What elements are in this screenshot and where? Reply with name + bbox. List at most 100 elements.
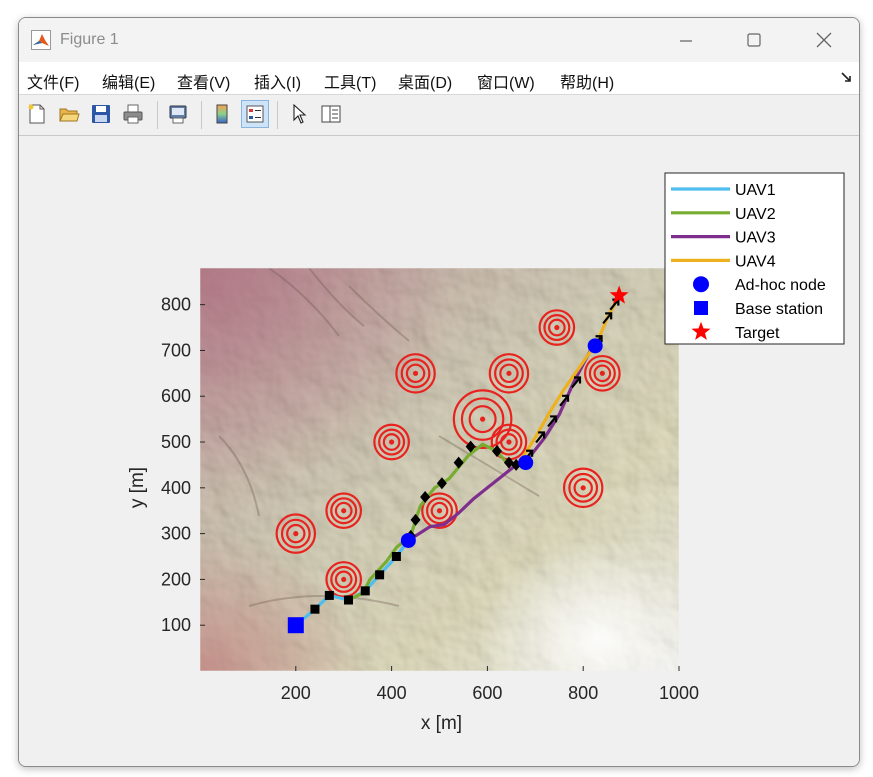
threat-center <box>506 370 512 376</box>
threat-center <box>436 508 443 514</box>
waypoint-square <box>343 595 353 605</box>
base-station-marker <box>287 617 304 634</box>
legend-square <box>694 301 708 315</box>
threat-center <box>341 508 347 514</box>
window-title: Figure 1 <box>60 31 119 48</box>
waypoint-square <box>324 590 334 600</box>
save-icon <box>92 105 110 123</box>
close-button[interactable] <box>801 18 847 62</box>
waypoint-square <box>375 570 385 580</box>
dock-figure-icon[interactable] <box>840 71 852 83</box>
print-icon <box>123 104 143 124</box>
x-tick-label: 800 <box>568 683 598 703</box>
threat-zone <box>488 353 530 394</box>
menu-help[interactable]: 帮助(H) <box>560 69 614 93</box>
threat-zone <box>395 353 436 394</box>
pointer-icon <box>293 103 307 124</box>
maximize-button[interactable] <box>731 18 777 62</box>
menu-desktop[interactable]: 桌面(D) <box>398 69 452 93</box>
new-figure-icon <box>28 104 45 124</box>
toolbar-separator <box>157 101 158 129</box>
x-tick-label: 400 <box>377 683 407 703</box>
toolbar-separator <box>277 101 278 129</box>
legend-label: Target <box>735 325 780 342</box>
legend-label: Base station <box>735 301 823 318</box>
open-file-icon <box>59 108 80 122</box>
adhoc-node-marker <box>587 338 603 354</box>
waypoint-square <box>360 586 370 596</box>
plot-svg[interactable]: 200 400 600 800 1000 100 200 300 400 500 600 700 800… <box>19 136 859 766</box>
minimize-button[interactable] <box>663 18 709 62</box>
figure-canvas[interactable]: 200 400 600 800 1000 100 200 300 400 500 600 700 800… <box>19 136 859 766</box>
threat-center <box>341 576 347 583</box>
maximize-icon <box>747 33 761 47</box>
print-preview-icon <box>169 105 187 124</box>
menu-window[interactable]: 窗口(W) <box>477 69 535 93</box>
menu-view[interactable]: 查看(V) <box>177 69 230 93</box>
adhoc-node-marker <box>400 532 416 548</box>
legend-label: UAV2 <box>735 206 776 223</box>
legend[interactable]: UAV1 UAV2 UAV3 UAV4 Ad-hoc node Base station T… <box>664 172 845 345</box>
pointer-button[interactable] <box>285 100 313 128</box>
title-bar[interactable]: Figure 1 <box>19 18 859 62</box>
waypoint-square <box>391 552 401 562</box>
y-tick-label: 800 <box>161 295 191 315</box>
threat-zone <box>562 467 604 509</box>
threat-zone <box>584 354 621 392</box>
threat-center <box>293 531 299 537</box>
threat-center <box>389 439 395 445</box>
threat-center <box>480 416 486 422</box>
new-figure-button[interactable] <box>23 100 51 128</box>
open-file-button[interactable] <box>55 100 83 128</box>
menu-file[interactable]: 文件(F) <box>27 69 79 93</box>
minimize-icon <box>680 40 692 42</box>
legend-circle <box>693 276 709 293</box>
threat-zone <box>325 492 363 530</box>
adhoc-node-marker <box>518 455 534 471</box>
terrain-map <box>200 268 679 671</box>
menu-tools[interactable]: 工具(T) <box>324 69 376 93</box>
toolbar-separator <box>201 101 202 129</box>
x-tick-label: 600 <box>472 683 502 703</box>
legend-icon <box>246 105 264 123</box>
matlab-icon <box>31 30 51 50</box>
menu-insert[interactable]: 插入(I) <box>254 69 301 93</box>
threat-center <box>580 485 586 491</box>
threat-zone <box>275 513 317 554</box>
threat-center <box>412 370 419 376</box>
colorbar-button[interactable] <box>208 100 236 128</box>
figure-window: Figure 1 文件(F) 编辑(E) 查看(V) 插入(I) 工具(T) 桌… <box>18 17 860 767</box>
y-tick-label: 100 <box>161 615 191 635</box>
threat-zone <box>373 423 410 461</box>
waypoint-square <box>310 604 320 614</box>
y-tick-label: 300 <box>161 524 191 544</box>
print-preview-button[interactable] <box>164 100 192 128</box>
legend-label: UAV3 <box>735 230 776 247</box>
y-tick-label: 200 <box>161 569 191 589</box>
close-icon <box>816 32 832 48</box>
y-tick-label: 400 <box>161 478 191 498</box>
threat-center <box>554 324 560 331</box>
terrain-peak <box>200 268 679 671</box>
property-inspector-icon <box>321 105 341 123</box>
save-button[interactable] <box>87 100 115 128</box>
x-tick-label: 1000 <box>659 683 699 703</box>
colorbar-icon <box>216 104 228 124</box>
y-axis-label: y [m] <box>127 467 148 508</box>
y-tick-label: 700 <box>161 340 191 360</box>
x-axis-label: x [m] <box>421 713 462 734</box>
menu-bar: 文件(F) 编辑(E) 查看(V) 插入(I) 工具(T) 桌面(D) 窗口(W… <box>19 62 859 95</box>
threat-center <box>599 370 605 376</box>
legend-label: UAV4 <box>735 253 776 270</box>
x-tick-label: 200 <box>281 683 311 703</box>
legend-label: Ad-hoc node <box>735 277 826 294</box>
threat-zone <box>538 309 576 346</box>
threat-center <box>506 439 512 445</box>
legend-label: UAV1 <box>735 182 776 199</box>
y-tick-label: 600 <box>161 386 191 406</box>
legend-button[interactable] <box>241 100 269 128</box>
property-inspector-button[interactable] <box>317 100 345 128</box>
print-button[interactable] <box>119 100 147 128</box>
menu-edit[interactable]: 编辑(E) <box>102 69 155 93</box>
y-tick-label: 500 <box>161 432 191 452</box>
